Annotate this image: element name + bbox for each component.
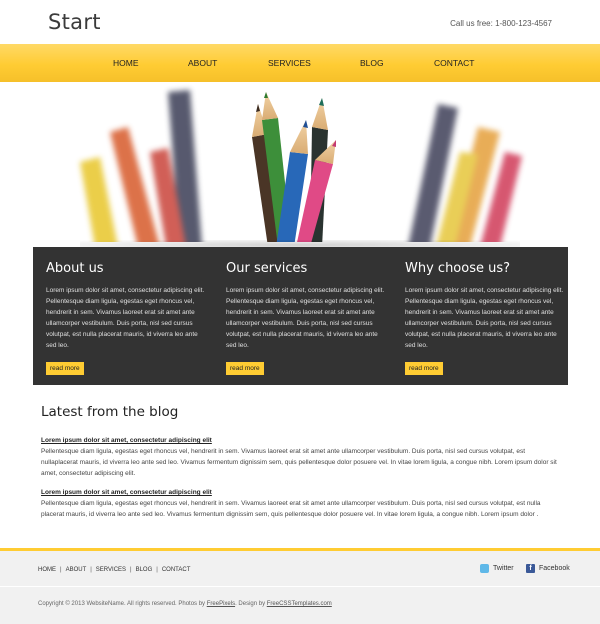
facebook-label: Facebook	[539, 565, 570, 572]
nav-services[interactable]: SERVICES	[268, 58, 311, 68]
facebook-link[interactable]: f Facebook	[526, 564, 570, 573]
twitter-icon	[480, 564, 489, 573]
footer-nav-about[interactable]: ABOUT	[66, 567, 87, 573]
hero-shadow	[80, 240, 520, 247]
feature-text: Lorem ipsum dolor sit amet, consectetur …	[46, 287, 205, 349]
footer-nav-blog[interactable]: BLOG	[136, 567, 153, 573]
twitter-link[interactable]: Twitter	[480, 564, 514, 573]
footer-nav-contact[interactable]: CONTACT	[162, 567, 191, 573]
footer-nav: HOME | ABOUT | SERVICES | BLOG | CONTACT	[38, 567, 190, 573]
nav-blog[interactable]: BLOG	[360, 58, 384, 68]
footer-nav-separator: |	[130, 567, 132, 573]
footer-nav-services[interactable]: SERVICES	[96, 567, 126, 573]
hero-pencils-image	[0, 82, 600, 247]
features-panel: About us Lorem ipsum dolor sit amet, con…	[33, 247, 568, 385]
blog-post: Lorem ipsum dolor sit amet, consectetur …	[41, 488, 561, 520]
site-logo[interactable]: Start	[48, 10, 101, 34]
blog-post-body: Pellentesque diam ligula, egestas eget r…	[41, 500, 541, 518]
feature-title: About us	[46, 261, 104, 276]
pencils-illustration	[0, 90, 600, 247]
blog-heading: Latest from the blog	[41, 404, 179, 420]
header: Start Call us free: 1-800-123-4567	[0, 0, 600, 44]
blog-post-title-link[interactable]: Lorem ipsum dolor sit amet, consectetur …	[41, 436, 561, 445]
design-credit-link[interactable]: FreeCSSTemplates.com	[267, 601, 332, 607]
photos-credit-link[interactable]: FreePixels	[207, 601, 235, 607]
blog-post-title-link[interactable]: Lorem ipsum dolor sit amet, consectetur …	[41, 488, 561, 497]
phone-number: Call us free: 1-800-123-4567	[450, 19, 552, 28]
feature-text: Lorem ipsum dolor sit amet, consectetur …	[226, 287, 385, 349]
nav-about[interactable]: ABOUT	[188, 58, 217, 68]
read-more-button[interactable]: read more	[46, 362, 84, 375]
blog-post: Lorem ipsum dolor sit amet, consectetur …	[41, 436, 561, 479]
main-nav: HOME ABOUT SERVICES BLOG CONTACT	[0, 44, 600, 83]
nav-contact[interactable]: CONTACT	[434, 58, 474, 68]
design-credit-text: . Design by	[235, 601, 266, 607]
read-more-button[interactable]: read more	[226, 362, 264, 375]
nav-home[interactable]: HOME	[113, 58, 139, 68]
copyright-text: Copyright © 2013 WebsiteName. All rights…	[38, 601, 206, 607]
feature-title: Our services	[226, 261, 308, 276]
feature-text: Lorem ipsum dolor sit amet, consectetur …	[405, 287, 564, 349]
footer-divider	[0, 586, 600, 587]
blog-post-body: Pellentesque diam ligula, egestas eget r…	[41, 448, 557, 477]
read-more-button[interactable]: read more	[405, 362, 443, 375]
footer-nav-separator: |	[156, 567, 158, 573]
facebook-icon: f	[526, 564, 535, 573]
feature-title: Why choose us?	[405, 261, 511, 276]
twitter-label: Twitter	[493, 565, 514, 572]
footer-nav-separator: |	[90, 567, 92, 573]
footer: HOME | ABOUT | SERVICES | BLOG | CONTACT Twitter…	[0, 551, 600, 624]
copyright: Copyright © 2013 WebsiteName. All rights…	[38, 601, 332, 607]
footer-nav-separator: |	[60, 567, 62, 573]
footer-nav-home[interactable]: HOME	[38, 567, 56, 573]
